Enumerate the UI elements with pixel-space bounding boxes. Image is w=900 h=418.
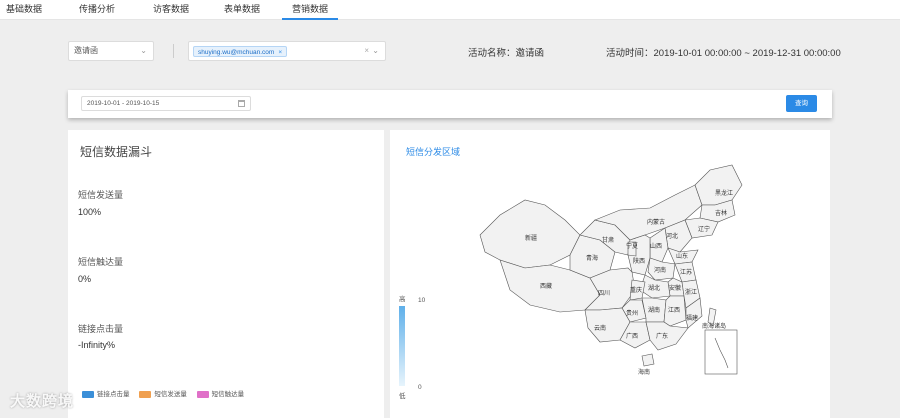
label-guizhou: 贵州 xyxy=(626,309,638,317)
label-qinghai: 青海 xyxy=(586,254,598,262)
legend-swatch xyxy=(139,390,152,398)
scale-min-value: 0 xyxy=(418,384,422,391)
metric-label-clicks: 链接点击量 xyxy=(78,324,124,334)
label-chongqing: 重庆 xyxy=(630,286,642,294)
tab-marketing-data[interactable]: 营销数据 xyxy=(282,0,338,20)
metric-value-sent: 100% xyxy=(78,207,102,217)
label-jilin: 吉林 xyxy=(715,209,727,217)
campaign-select[interactable]: 邀请函 ⌄ xyxy=(68,41,154,61)
label-ningxia: 宁夏 xyxy=(626,242,638,250)
label-yunnan: 云南 xyxy=(594,324,606,332)
date-range-value: 2019-10-01 - 2019-10-15 xyxy=(87,100,160,107)
recipient-chip-label: shuying.wu@mchuan.com xyxy=(198,49,275,56)
label-guangdong: 广东 xyxy=(656,332,668,340)
query-button[interactable]: 查询 xyxy=(786,95,817,112)
color-scale-bar[interactable] xyxy=(399,306,405,386)
label-fujian: 福建 xyxy=(686,314,698,322)
chevron-down-icon: ⌄ xyxy=(372,46,379,55)
label-hainan: 海南 xyxy=(638,368,650,376)
legend-label: 链接点击量 xyxy=(97,391,130,398)
tab-visitor-data[interactable]: 访客数据 xyxy=(146,0,196,20)
tab-spread-analysis[interactable]: 传播分析 xyxy=(72,0,122,20)
legend-item-reached[interactable]: 短信触达量 xyxy=(196,388,245,398)
activity-name: 活动名称：邀请函 xyxy=(468,48,545,59)
metric-value-reached: 0% xyxy=(78,274,92,284)
label-shanxi: 山西 xyxy=(650,242,662,250)
label-hebei: 河北 xyxy=(666,232,678,240)
date-filter-panel: 2019-10-01 - 2019-10-15 查询 xyxy=(68,90,832,118)
metric-label-reached: 短信触达量 xyxy=(78,257,124,267)
activity-time: 活动时间：2019-10-01 00:00:00 ~ 2019-12-31 00… xyxy=(606,48,841,59)
watermark-logo: 大数跨境 xyxy=(10,393,75,410)
legend-item-clicks[interactable]: 链接点击量 xyxy=(82,388,130,398)
label-zhejiang: 浙江 xyxy=(685,288,697,296)
filter-divider xyxy=(173,44,174,58)
label-jiangxi: 江西 xyxy=(668,307,680,314)
clear-icon[interactable]: × xyxy=(364,42,369,60)
province-heilongjiang xyxy=(694,164,743,206)
metric-label-sent: 短信发送量 xyxy=(78,190,124,200)
label-south-sea: 南海诸岛 xyxy=(702,322,726,330)
legend-swatch xyxy=(196,390,209,398)
china-map[interactable]: 黑龙江 吉林 辽宁 内蒙古 新疆 西藏 青海 甘肃 宁夏 陕西 山西 河北 山东… xyxy=(470,160,750,380)
label-anhui: 安徽 xyxy=(669,284,681,292)
scale-high-label: 高 xyxy=(399,296,406,303)
calendar-icon[interactable] xyxy=(238,100,245,107)
label-gansu: 甘肃 xyxy=(602,236,614,244)
tab-basic-data[interactable]: 基础数据 xyxy=(0,0,48,20)
label-liaoning: 辽宁 xyxy=(698,225,710,233)
legend-swatch xyxy=(82,390,94,398)
chevron-down-icon: ⌄ xyxy=(140,46,147,55)
scale-low-label: 低 xyxy=(399,393,406,400)
legend-item-sent[interactable]: 短信发送量 xyxy=(139,388,187,398)
legend-label: 短信触达量 xyxy=(211,391,245,398)
label-heilongjiang: 黑龙江 xyxy=(715,189,733,197)
province-xinjiang xyxy=(479,199,581,269)
sms-region-card: 短信分发区域 高 10 0 低 黑龙江 吉林 辽宁 内蒙古 新疆 西藏 青海 甘… xyxy=(390,130,830,418)
scale-max-value: 10 xyxy=(418,297,426,304)
label-hunan: 湖南 xyxy=(648,306,660,314)
label-tibet: 西藏 xyxy=(540,282,552,290)
funnel-title: 短信数据漏斗 xyxy=(80,145,153,159)
label-guangxi: 广西 xyxy=(626,332,638,340)
close-icon[interactable]: × xyxy=(278,49,282,56)
province-hainan xyxy=(641,353,655,367)
label-hubei: 湖北 xyxy=(648,284,660,292)
map-title: 短信分发区域 xyxy=(406,147,461,157)
label-shaanxi: 陕西 xyxy=(633,257,645,265)
label-inner-mongolia: 内蒙古 xyxy=(647,218,665,226)
funnel-legend: 链接点击量 短信发送量 短信触达量 xyxy=(82,388,252,398)
tab-form-data[interactable]: 表单数据 xyxy=(214,0,270,20)
date-range-input[interactable]: 2019-10-01 - 2019-10-15 xyxy=(81,96,251,111)
label-henan: 河南 xyxy=(654,266,666,274)
legend-label: 短信发送量 xyxy=(154,391,187,398)
label-sichuan: 四川 xyxy=(598,290,610,297)
label-shandong: 山东 xyxy=(676,252,688,260)
recipient-chip: shuying.wu@mchuan.com × xyxy=(193,46,288,57)
recipient-select[interactable]: shuying.wu@mchuan.com × × ⌄ xyxy=(188,41,386,61)
label-jiangsu: 江苏 xyxy=(680,268,692,276)
label-xinjiang: 新疆 xyxy=(525,234,537,242)
sms-funnel-card: 短信数据漏斗 短信发送量 100% 短信触达量 0% 链接点击量 -Infini… xyxy=(68,130,384,418)
tab-bar: 基础数据 传播分析 访客数据 表单数据 营销数据 xyxy=(0,0,900,20)
campaign-select-value: 邀请函 xyxy=(74,46,98,55)
metric-value-clicks: -Infinity% xyxy=(78,340,116,350)
